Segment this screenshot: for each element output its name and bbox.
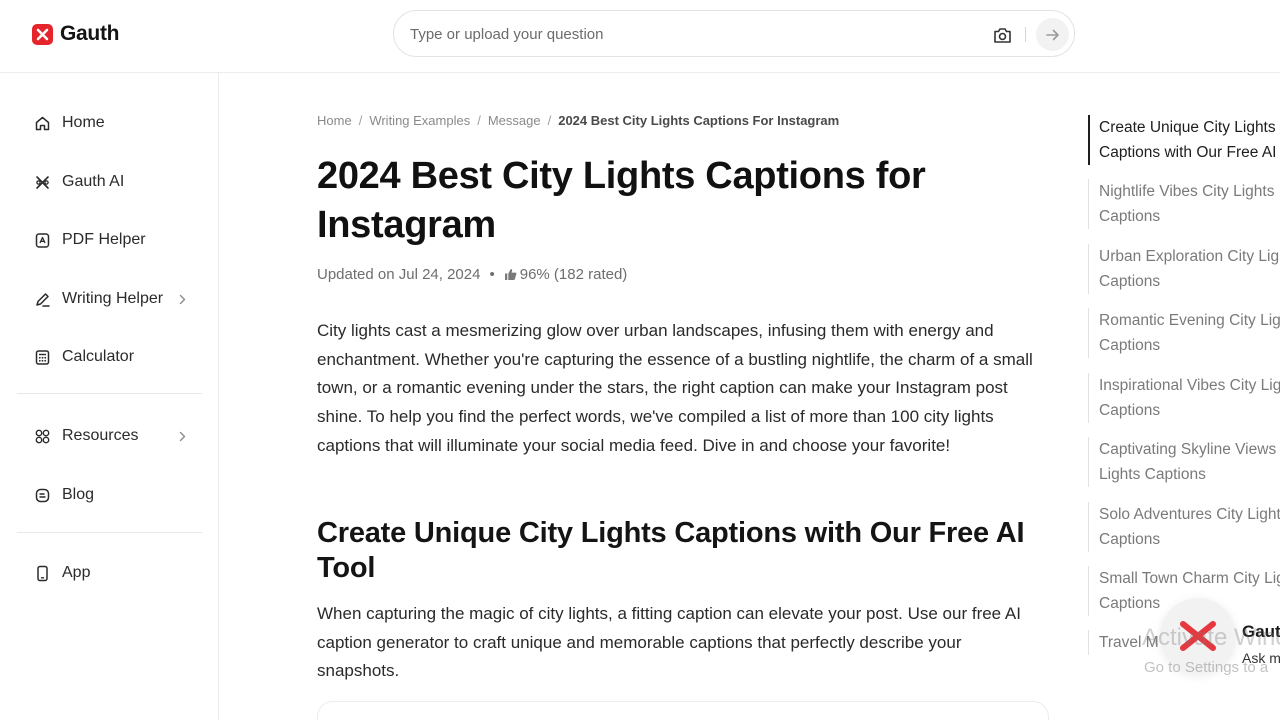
caption-generator-card (317, 701, 1049, 720)
toc-item-line: Captions (1099, 337, 1161, 354)
sidebar-item-app[interactable]: App (17, 553, 202, 593)
article-meta: Updated on Jul 24, 2024 • 96% (182 rated… (317, 266, 627, 283)
sidebar-item-calculator[interactable]: Calculator (17, 337, 202, 377)
sidebar-item-label: PDF Helper (62, 231, 146, 248)
sidebar-item-label: Writing Helper (62, 290, 164, 307)
gauth-ai-icon (33, 173, 51, 191)
breadcrumb-link[interactable]: Home (317, 113, 352, 128)
toc-item-line: Captions with Our Free AI T (1099, 144, 1280, 161)
toc-item[interactable]: Nightlife Vibes City Lights Captions (1088, 179, 1280, 229)
toc-item[interactable]: Solo Adventures City Light Captions (1088, 502, 1280, 552)
toc-item[interactable]: Captivating Skyline Views Lights Caption… (1088, 437, 1280, 487)
home-icon (33, 114, 51, 132)
section-heading: Create Unique City Lights Captions with … (317, 517, 1025, 584)
chevron-right-icon (176, 429, 188, 443)
sidebar-item-label: Gauth AI (62, 173, 125, 190)
toc-item-line: Captivating Skyline Views (1099, 441, 1277, 458)
sidebar-item-resources[interactable]: Resources (17, 416, 202, 456)
section-paragraph: When capturing the magic of city lights,… (317, 604, 1021, 681)
toc-item-line: Captions (1099, 402, 1161, 419)
sidebar-item-label: Calculator (62, 348, 135, 365)
sidebar-item-label: App (62, 564, 91, 581)
camera-icon[interactable] (991, 24, 1013, 46)
sidebar-item-gauth-ai[interactable]: Gauth AI (17, 162, 202, 202)
toc-item[interactable]: Urban Exploration City Lig Captions (1088, 244, 1280, 294)
rating-text: 96% (182 rated) (519, 266, 628, 283)
sidebar-divider (17, 532, 202, 533)
gauth-logo-icon (32, 23, 53, 45)
activation-watermark: Activate Windo (1142, 624, 1280, 651)
toc-item[interactable]: Inspirational Vibes City Lig Captions (1088, 373, 1280, 423)
phone-icon (33, 564, 51, 582)
toc-item[interactable]: Create Unique City Lights Captions with … (1088, 115, 1280, 165)
toc-item-line: Captions (1099, 273, 1161, 290)
sidebar-item-writing-helper[interactable]: Writing Helper (17, 279, 202, 319)
sidebar-item-blog[interactable]: Blog (17, 475, 202, 515)
sidebar-item-pdf-helper[interactable]: PDF Helper (17, 220, 202, 260)
activation-watermark-sub: Go to Settings to a (1144, 659, 1269, 676)
pdf-icon (33, 231, 51, 249)
top-header: Gauth (0, 0, 1280, 73)
breadcrumb-separator: / (358, 113, 363, 128)
meta-separator: • (489, 266, 495, 283)
sidebar-item-label: Home (62, 114, 105, 131)
page-title: 2024 Best City Lights Captions for Insta… (317, 155, 926, 246)
blog-icon (33, 486, 51, 504)
toc-item-line: Inspirational Vibes City Lig (1099, 377, 1280, 394)
sidebar: Home Gauth AI PDF Helper Writing Helper … (0, 73, 219, 720)
sidebar-divider (17, 393, 202, 394)
breadcrumb-link[interactable]: Message (488, 113, 541, 128)
logo-text: Gauth (60, 22, 120, 45)
updated-date: Updated on Jul 24, 2024 (317, 266, 481, 283)
search-divider (1025, 27, 1026, 42)
search-bar (393, 10, 1075, 57)
toc-item-line: Solo Adventures City Light (1099, 506, 1280, 523)
sidebar-item-label: Resources (62, 427, 139, 444)
breadcrumb-separator: / (477, 113, 481, 128)
submit-arrow-icon[interactable] (1036, 18, 1069, 51)
toc-item-line: Nightlife Vibes City Lights (1099, 183, 1275, 200)
toc-item-line: Urban Exploration City Lig (1099, 248, 1280, 265)
chevron-right-icon (176, 292, 188, 306)
toc-item-line: Small Town Charm City Lig (1099, 570, 1280, 587)
breadcrumb: Home / Writing Examples / Message / 2024… (317, 113, 839, 128)
toc-item-line: Create Unique City Lights (1099, 119, 1276, 136)
sidebar-item-label: Blog (62, 486, 95, 503)
toc-item[interactable]: Romantic Evening City Lig Captions (1088, 308, 1280, 358)
gauth-logo[interactable]: Gauth (32, 22, 119, 46)
pen-icon (33, 290, 51, 308)
article-intro: City lights cast a mesmerizing glow over… (317, 321, 1033, 455)
toc-item-line: Lights Captions (1099, 466, 1206, 483)
breadcrumb-current: 2024 Best City Lights Captions For Insta… (558, 113, 840, 128)
table-of-contents: Create Unique City Lights Captions with … (1088, 115, 1280, 660)
toc-item-line: Captions (1099, 208, 1161, 225)
toc-item-line: Captions (1099, 531, 1161, 548)
sidebar-item-home[interactable]: Home (17, 103, 202, 143)
search-input[interactable] (410, 23, 970, 45)
breadcrumb-link[interactable]: Writing Examples (369, 113, 470, 128)
calculator-icon (33, 348, 51, 366)
grid-icon (33, 427, 51, 445)
toc-item-line: Romantic Evening City Lig (1099, 312, 1280, 329)
breadcrumb-separator: / (547, 113, 552, 128)
thumbs-up-icon (504, 268, 518, 282)
